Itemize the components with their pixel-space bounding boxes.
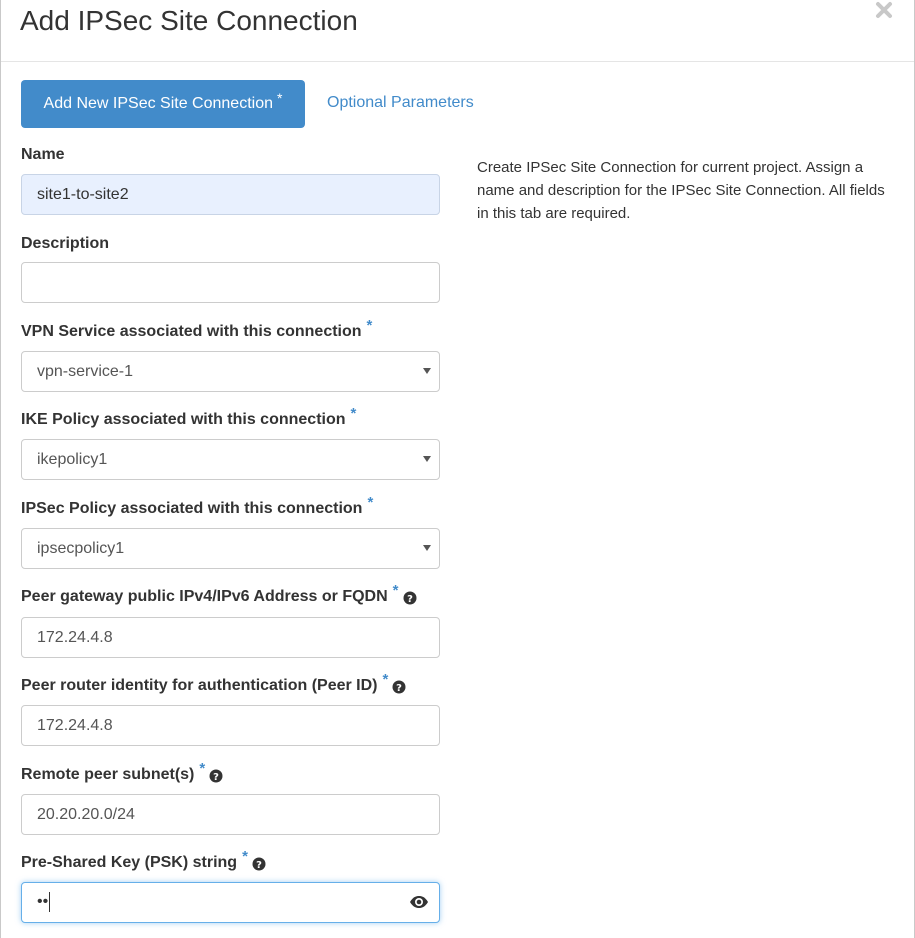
eye-icon[interactable]	[409, 894, 429, 910]
ike-policy-label: IKE Policy associated with this connecti…	[21, 405, 357, 428]
required-mark: *	[350, 405, 357, 422]
vpn-service-select[interactable]: vpn-service-1	[21, 351, 440, 392]
required-mark: *	[367, 494, 374, 511]
question-circle-icon[interactable]: ?	[209, 769, 223, 788]
required-mark: *	[392, 582, 399, 599]
modal-dialog: Add IPSec Site Connection Add New IPSec …	[0, 0, 915, 938]
psk-label: Pre-Shared Key (PSK) string * ?	[21, 848, 266, 876]
close-icon	[876, 2, 892, 18]
chevron-down-icon	[423, 545, 431, 551]
modal-header: Add IPSec Site Connection	[1, 0, 914, 62]
peer-cidrs-label: Remote peer subnet(s) * ?	[21, 760, 223, 788]
question-circle-icon[interactable]: ?	[392, 680, 406, 699]
ipsec-policy-label: IPSec Policy associated with this connec…	[21, 494, 374, 517]
peer-id-label: Peer router identity for authentication …	[21, 671, 406, 699]
close-button[interactable]	[874, 0, 894, 22]
name-input[interactable]	[21, 174, 440, 215]
peer-id-input[interactable]	[21, 705, 440, 746]
ike-policy-selected-value: ikepolicy1	[37, 450, 108, 468]
tab-optional-parameters[interactable]: Optional Parameters	[327, 94, 474, 112]
ipsec-policy-select[interactable]: ipsecpolicy1	[21, 528, 440, 569]
modal-title: Add IPSec Site Connection	[20, 5, 358, 36]
vpn-service-selected-value: vpn-service-1	[37, 362, 134, 380]
description-input[interactable]	[21, 262, 440, 303]
svg-text:?: ?	[407, 594, 413, 605]
required-mark: *	[382, 671, 389, 688]
psk-masked-value: ••	[37, 893, 49, 910]
svg-text:?: ?	[256, 860, 262, 871]
psk-input[interactable]	[21, 882, 440, 923]
required-mark: *	[366, 317, 373, 334]
tab-add-new-connection[interactable]: Add New IPSec Site Connection *	[21, 80, 305, 128]
question-circle-icon[interactable]: ?	[403, 591, 417, 610]
text-cursor	[49, 892, 50, 912]
chevron-down-icon	[423, 456, 431, 462]
svg-text:?: ?	[213, 772, 219, 783]
ike-policy-select[interactable]: ikepolicy1	[21, 439, 440, 480]
peer-cidrs-input[interactable]	[21, 794, 440, 835]
help-text: Create IPSec Site Connection for current…	[477, 159, 885, 222]
ipsec-policy-selected-value: ipsecpolicy1	[37, 539, 125, 557]
required-mark: *	[277, 90, 283, 106]
vpn-service-label: VPN Service associated with this connect…	[21, 317, 373, 340]
chevron-down-icon	[423, 368, 431, 374]
description-label: Description	[21, 235, 110, 252]
svg-text:?: ?	[396, 683, 402, 694]
name-label: Name	[21, 146, 65, 163]
required-mark: *	[199, 760, 206, 777]
peer-address-label: Peer gateway public IPv4/IPv6 Address or…	[21, 582, 417, 610]
peer-address-input[interactable]	[21, 617, 440, 658]
question-circle-icon[interactable]: ?	[252, 857, 266, 876]
tab-label: Add New IPSec Site Connection	[43, 95, 273, 112]
required-mark: *	[242, 848, 248, 865]
